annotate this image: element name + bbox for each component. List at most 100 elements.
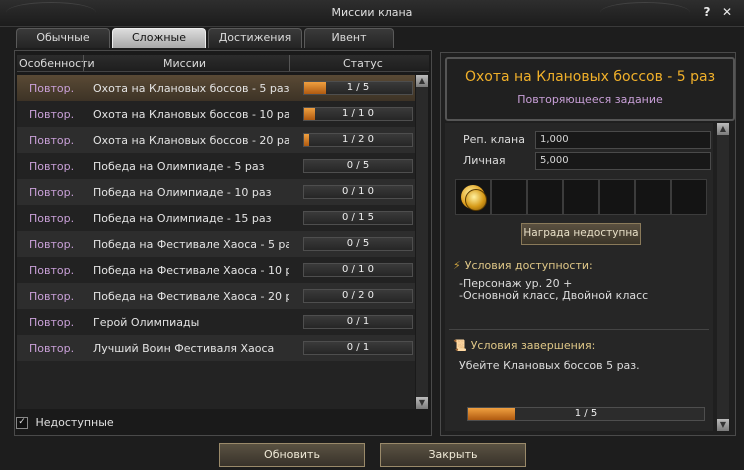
status-bar: 0 / 1 0 xyxy=(303,263,413,277)
personal-label: Личная xyxy=(463,154,506,167)
coin-icon xyxy=(465,189,487,211)
status-bar: 0 / 1 xyxy=(303,315,413,329)
header-missions[interactable]: Миссии xyxy=(163,57,206,70)
mission-list-panel: Особенности Миссии Статус Повтор. Охота н… xyxy=(14,50,432,436)
repeat-tag: Повтор. xyxy=(29,82,75,95)
status-text: 0 / 1 xyxy=(346,342,370,353)
detail-title: Охота на Клановых боссов - 5 раз xyxy=(464,69,716,85)
clan-rep-label: Реп. клана xyxy=(463,133,525,146)
mission-name: Победа на Фестивале Хаоса - 20 раз xyxy=(93,290,289,303)
status-bar: 0 / 1 xyxy=(303,341,413,355)
status-text: 0 / 2 0 xyxy=(342,290,374,301)
detail-header: Охота на Клановых боссов - 5 раз Повторя… xyxy=(445,57,735,121)
mission-name: Охота на Клановых боссов - 5 раз xyxy=(93,82,289,95)
completion-title-text: Условия завершения: xyxy=(470,339,596,352)
mission-name: Лучший Воин Фестиваля Хаоса xyxy=(93,342,275,355)
mission-name: Победа на Фестивале Хаоса - 5 раз xyxy=(93,238,289,251)
title-bar: Миссии клана ? ✕ xyxy=(0,0,744,27)
scroll-down-icon[interactable]: ▼ xyxy=(416,397,428,409)
reward-slot[interactable] xyxy=(599,179,635,215)
reward-slot[interactable] xyxy=(527,179,563,215)
list-scrollbar[interactable]: ▲ ▼ xyxy=(416,75,428,409)
table-row[interactable]: Повтор. Охота на Клановых боссов - 20 раз… xyxy=(17,127,415,153)
mission-detail-panel: Охота на Клановых боссов - 5 раз Повторя… xyxy=(440,52,736,436)
window-title: Миссии клана xyxy=(331,6,413,19)
reward-slot[interactable] xyxy=(563,179,599,215)
status-text: 0 / 1 0 xyxy=(342,186,374,197)
unavailable-label: Недоступные xyxy=(35,416,114,429)
unavailable-checkbox[interactable]: ✓ xyxy=(16,417,28,429)
table-row[interactable]: Повтор. Победа на Фестивале Хаоса - 5 раз… xyxy=(17,231,415,257)
mission-name: Победа на Олимпиаде - 10 раз xyxy=(93,186,272,199)
clan-rep-value: 1,000 xyxy=(535,131,711,149)
section-divider xyxy=(449,329,709,330)
table-row[interactable]: Повтор. Охота на Клановых боссов - 5 раз 1… xyxy=(17,75,415,101)
status-text: 0 / 5 xyxy=(346,238,370,249)
reward-slot[interactable] xyxy=(671,179,707,215)
scroll-up-icon[interactable]: ▲ xyxy=(717,123,729,135)
table-row[interactable]: Повтор. Победа на Фестивале Хаоса - 20 ра… xyxy=(17,283,415,309)
mission-name: Победа на Фестивале Хаоса - 10 раз xyxy=(93,264,289,277)
status-bar: 1 / 5 xyxy=(303,81,413,95)
mission-name: Охота на Клановых боссов - 20 раз xyxy=(93,134,289,147)
status-bar: 0 / 5 xyxy=(303,237,413,251)
mission-name: Герой Олимпиады xyxy=(93,316,200,329)
status-bar: 0 / 2 0 xyxy=(303,289,413,303)
tab-event[interactable]: Ивент xyxy=(304,28,394,48)
repeat-tag: Повтор. xyxy=(29,160,75,173)
tab-hard[interactable]: Сложные xyxy=(112,28,206,48)
access-title-text: Условия доступности: xyxy=(464,259,593,272)
repeat-tag: Повтор. xyxy=(29,212,75,225)
table-row[interactable]: Повтор. Победа на Олимпиаде - 15 раз 0 / 1… xyxy=(17,205,415,231)
reward-button[interactable]: Награда недоступна xyxy=(521,223,641,245)
table-row[interactable]: Повтор. Лучший Воин Фестиваля Хаоса 0 / 1 xyxy=(17,335,415,361)
repeat-tag: Повтор. xyxy=(29,134,75,147)
access-conditions-title: ⚡ Условия доступности: xyxy=(453,259,593,272)
repeat-tag: Повтор. xyxy=(29,290,75,303)
reward-slot[interactable] xyxy=(635,179,671,215)
help-icon[interactable]: ? xyxy=(700,5,714,19)
repeat-tag: Повтор. xyxy=(29,316,75,329)
mission-name: Победа на Олимпиаде - 15 раз xyxy=(93,212,272,225)
status-bar: 0 / 1 5 xyxy=(303,211,413,225)
status-text: 0 / 1 0 xyxy=(342,264,374,275)
status-text: 1 / 2 0 xyxy=(342,134,374,145)
detail-scrollbar[interactable]: ▲ ▼ xyxy=(717,123,729,431)
scroll-down-icon[interactable]: ▼ xyxy=(717,419,729,431)
status-text: 0 / 1 5 xyxy=(342,212,374,223)
detail-subtitle: Повторяющееся задание xyxy=(517,93,663,106)
table-row[interactable]: Повтор. Победа на Олимпиаде - 5 раз 0 / 5 xyxy=(17,153,415,179)
tab-normal[interactable]: Обычные xyxy=(16,28,110,48)
repeat-tag: Повтор. xyxy=(29,342,75,355)
refresh-button[interactable]: Обновить xyxy=(219,443,365,467)
repeat-tag: Повтор. xyxy=(29,264,75,277)
mission-name: Победа на Олимпиаде - 5 раз xyxy=(93,160,265,173)
list-header: Особенности Миссии Статус xyxy=(17,55,429,72)
detail-body: Реп. клана 1,000 Личная 5,000 Награда не… xyxy=(445,123,713,431)
completion-condition-text: Убейте Клановых боссов 5 раз. xyxy=(459,359,640,372)
detail-progress-bar: 1 / 5 xyxy=(467,407,705,421)
repeat-tag: Повтор. xyxy=(29,186,75,199)
close-icon[interactable]: ✕ xyxy=(720,5,734,19)
lightning-icon: ⚡ xyxy=(453,259,461,272)
tab-achievements[interactable]: Достижения xyxy=(208,28,302,48)
reward-slot[interactable] xyxy=(455,179,491,215)
table-row[interactable]: Повтор. Победа на Фестивале Хаоса - 10 ра… xyxy=(17,257,415,283)
table-row[interactable]: Повтор. Герой Олимпиады 0 / 1 xyxy=(17,309,415,335)
scroll-up-icon[interactable]: ▲ xyxy=(416,75,428,87)
status-bar: 1 / 1 0 xyxy=(303,107,413,121)
mission-rows: Повтор. Охота на Клановых боссов - 5 раз 1… xyxy=(17,75,415,409)
close-button[interactable]: Закрыть xyxy=(380,443,526,467)
access-condition-line: -Основной класс, Двойной класс xyxy=(459,289,649,302)
header-status[interactable]: Статус xyxy=(343,57,383,70)
completion-conditions-title: 📜 Условия завершения: xyxy=(453,339,595,352)
status-text: 0 / 1 xyxy=(346,316,370,327)
table-row[interactable]: Повтор. Охота на Клановых боссов - 10 раз… xyxy=(17,101,415,127)
table-row[interactable]: Повтор. Победа на Олимпиаде - 10 раз 0 / 1… xyxy=(17,179,415,205)
personal-value: 5,000 xyxy=(535,152,711,170)
scroll-icon: 📜 xyxy=(453,339,467,352)
reward-slot[interactable] xyxy=(491,179,527,215)
unavailable-toggle[interactable]: ✓ Недоступные xyxy=(16,416,114,429)
status-text: 1 / 5 xyxy=(346,82,370,93)
status-bar: 0 / 1 0 xyxy=(303,185,413,199)
